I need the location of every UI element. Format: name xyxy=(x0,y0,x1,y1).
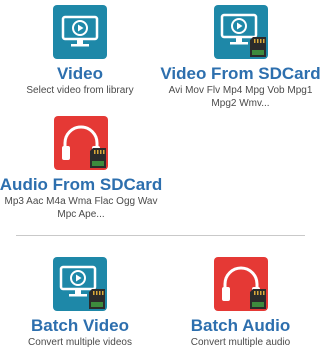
sdcard-icon xyxy=(249,289,266,309)
audio-from-sdcard-tile[interactable]: Audio From SDCard Mp3 Aac M4a Wma Flac O… xyxy=(0,116,162,221)
sdcard-icon xyxy=(89,289,105,309)
monitor-sdcard-icon xyxy=(213,5,268,59)
section-divider xyxy=(16,235,305,236)
batch-audio-subtitle: Convert multiple audio xyxy=(190,337,291,348)
video-from-sdcard-title: Video From SDCard xyxy=(160,64,321,83)
headphones-sdcard-icon xyxy=(213,257,268,311)
video-subtitle: Select video from library xyxy=(26,85,134,96)
video-title: Video xyxy=(57,64,103,83)
headphones-sdcard-icon xyxy=(54,116,108,170)
monitor-play-icon xyxy=(53,5,107,59)
audio-from-sdcard-subtitle-line1: Mp3 Aac M4a Wma Flac Ogg Wav xyxy=(4,196,158,207)
batch-video-title: Batch Video xyxy=(31,316,129,335)
batch-video-tile[interactable]: Batch Video Convert multiple videos xyxy=(0,257,160,349)
sdcard-icon xyxy=(90,148,106,168)
batch-video-subtitle: Convert multiple videos xyxy=(28,337,132,348)
video-from-sdcard-subtitle-line1: Avi Mov Flv Mp4 Mpg Vob Mpg1 xyxy=(168,85,313,96)
batch-audio-title: Batch Audio xyxy=(190,316,291,335)
monitor-sdcard-icon xyxy=(53,257,107,311)
audio-from-sdcard-title: Audio From SDCard xyxy=(0,175,163,194)
video-from-sdcard-subtitle-line2: Mpg2 Wmv... xyxy=(211,98,270,109)
sdcard-icon xyxy=(249,37,266,57)
video-tile[interactable]: Video Select video from library xyxy=(0,5,160,97)
batch-audio-tile[interactable]: Batch Audio Convert multiple audio xyxy=(160,257,321,349)
audio-from-sdcard-subtitle-line2: Mpc Ape... xyxy=(57,209,105,220)
video-from-sdcard-tile[interactable]: Video From SDCard Avi Mov Flv Mp4 Mpg Vo… xyxy=(160,5,321,110)
